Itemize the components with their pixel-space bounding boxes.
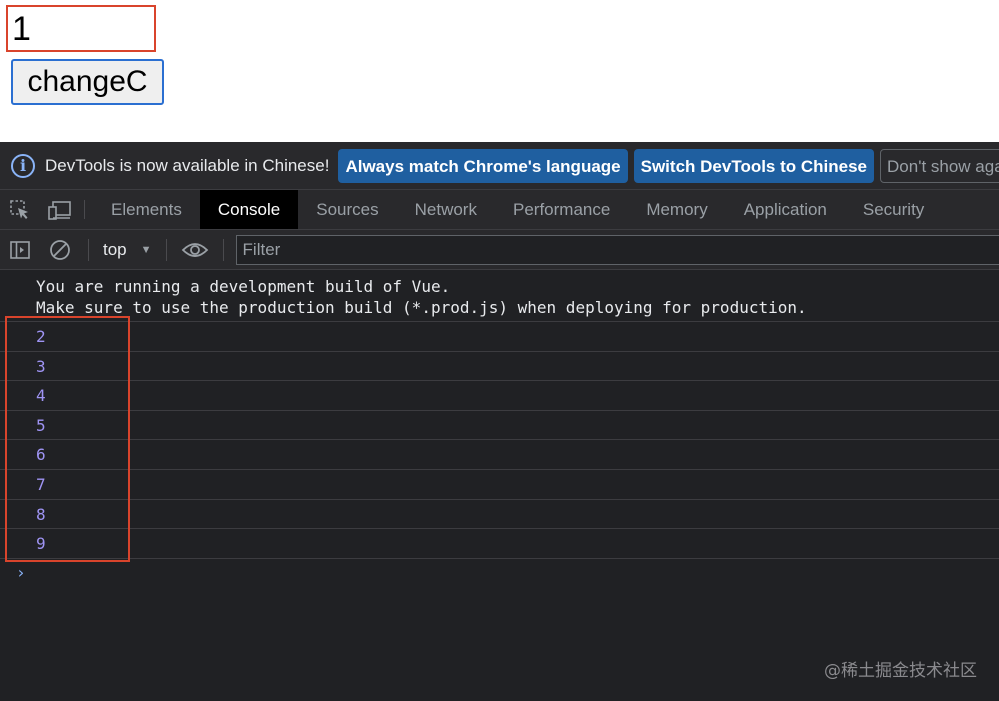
tab-separator: [84, 200, 85, 219]
page-content: 1 changeC: [0, 0, 999, 142]
always-match-language-button[interactable]: Always match Chrome's language: [338, 148, 628, 183]
tab-security[interactable]: Security: [845, 190, 942, 229]
info-icon: i: [11, 153, 35, 178]
show-sidebar-icon[interactable]: [0, 230, 40, 270]
change-c-button[interactable]: changeC: [11, 59, 164, 105]
toolbar-separator: [222, 238, 224, 261]
tab-memory[interactable]: Memory: [628, 190, 725, 229]
log-entry: 8: [0, 500, 999, 530]
log-entry: 2: [0, 322, 999, 352]
execution-context-select[interactable]: top ▼: [97, 240, 158, 260]
log-entry: 3: [0, 352, 999, 382]
console-filter-input[interactable]: [235, 234, 999, 265]
counter-display: 1: [6, 5, 156, 52]
device-toolbar-icon[interactable]: [40, 190, 80, 229]
toolbar-separator: [88, 238, 89, 261]
watermark: @稀土掘金技术社区: [824, 661, 977, 681]
tab-elements[interactable]: Elements: [93, 190, 200, 229]
live-expression-eye-icon[interactable]: [175, 230, 215, 270]
log-entry: 7: [0, 470, 999, 500]
dont-show-again-button[interactable]: Don't show again: [880, 148, 999, 183]
context-label: top: [103, 239, 127, 259]
console-messages: You are running a development build of V…: [0, 270, 999, 589]
tab-sources[interactable]: Sources: [298, 190, 396, 229]
inspect-element-icon[interactable]: [0, 190, 40, 229]
clear-console-icon[interactable]: [40, 230, 80, 270]
log-entry: 6: [0, 440, 999, 470]
toolbar-separator: [165, 238, 167, 261]
prompt-chevron-icon: ›: [16, 562, 26, 582]
log-entry: 4: [0, 381, 999, 411]
log-entry: 5: [0, 411, 999, 441]
log-entry: 9: [0, 529, 999, 559]
tab-application[interactable]: Application: [726, 190, 845, 229]
tab-console[interactable]: Console: [199, 190, 299, 229]
console-prompt[interactable]: ›: [0, 559, 999, 589]
tab-network[interactable]: Network: [397, 190, 495, 229]
infobar-message: DevTools is now available in Chinese!: [45, 155, 330, 175]
language-infobar: i DevTools is now available in Chinese! …: [0, 142, 999, 190]
tab-performance[interactable]: Performance: [495, 190, 628, 229]
chevron-down-icon: ▼: [140, 243, 152, 256]
vue-dev-build-warning: You are running a development build of V…: [0, 270, 999, 322]
console-toolbar: top ▼: [0, 230, 999, 270]
devtools-tabbar: Elements Console Sources Network Perform…: [0, 190, 999, 230]
devtools-panel: i DevTools is now available in Chinese! …: [0, 142, 999, 701]
switch-to-chinese-button[interactable]: Switch DevTools to Chinese: [633, 148, 875, 183]
